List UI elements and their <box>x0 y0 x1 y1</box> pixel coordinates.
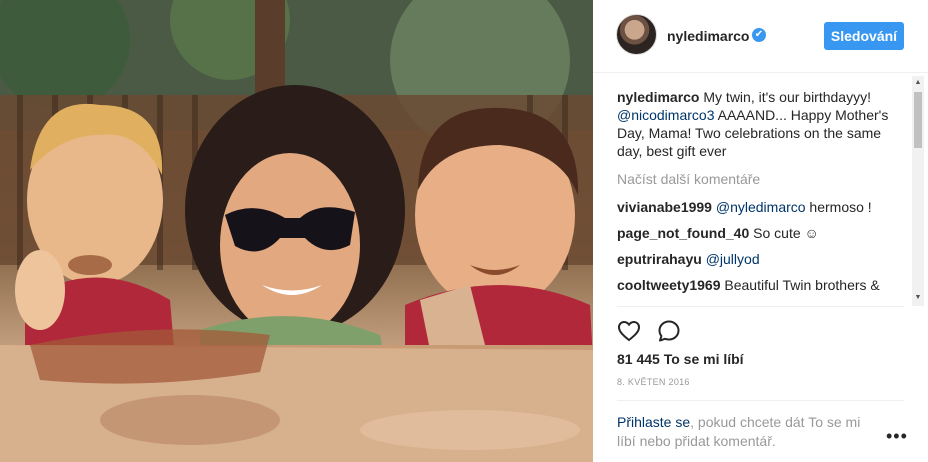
footer-divider <box>617 400 904 401</box>
caption-username[interactable]: nyledimarco <box>617 89 699 105</box>
comment-mention[interactable]: @jullyod <box>706 251 760 267</box>
likes-count[interactable]: 81 445 To se mi líbí <box>617 351 744 367</box>
follow-button[interactable]: Sledování <box>824 22 904 50</box>
comment-text: So cute ☺ <box>749 225 819 241</box>
comments-scrollbar-thumb[interactable] <box>914 92 922 148</box>
scroll-down-arrow-icon[interactable]: ▼ <box>913 293 923 303</box>
speech-bubble-icon[interactable] <box>657 319 681 343</box>
login-link[interactable]: Přihlaste se <box>617 414 690 430</box>
actions-divider <box>617 306 904 307</box>
author-avatar[interactable] <box>616 14 657 55</box>
comment-username[interactable]: vivianabe1999 <box>617 199 712 215</box>
photo-illustration <box>0 0 593 462</box>
comment-text: Beautiful Twin brothers & <box>720 277 880 293</box>
comment-username[interactable]: page_not_found_40 <box>617 225 749 241</box>
post-caption: nyledimarco My twin, it's our birthdayyy… <box>617 88 904 160</box>
verified-badge-icon: ✔ <box>752 28 766 42</box>
heart-outline-icon[interactable] <box>617 319 641 343</box>
more-options-icon[interactable]: ••• <box>886 427 908 445</box>
post-photo[interactable] <box>0 0 593 462</box>
comment-item: page_not_found_40 So cute ☺ <box>617 224 904 242</box>
caption-text-1: My twin, it's our birthdayyy! <box>699 89 871 105</box>
comment-mention[interactable]: @nyledimarco <box>716 199 806 215</box>
comment-username[interactable]: cooltweety1969 <box>617 277 721 293</box>
comments-list: nyledimarco My twin, it's our birthdayyy… <box>617 88 904 302</box>
scroll-up-arrow-icon[interactable]: ▲ <box>913 78 923 88</box>
login-prompt: Přihlaste se, pokud chcete dát To se mi … <box>617 413 867 451</box>
post-header: nyledimarco ✔ Sledování <box>593 0 928 73</box>
comment-item: cooltweety1969 Beautiful Twin brothers & <box>617 276 904 294</box>
comment-username[interactable]: eputrirahayu <box>617 251 702 267</box>
post-date: 8. KVĚTEN 2016 <box>617 377 690 387</box>
load-more-comments-link[interactable]: Načíst další komentáře <box>617 170 904 188</box>
post-side-panel: nyledimarco ✔ Sledování nyledimarco My t… <box>593 0 928 462</box>
comment-item: vivianabe1999 @nyledimarco hermoso ! <box>617 198 904 216</box>
comment-text: hermoso ! <box>805 199 872 215</box>
caption-mention[interactable]: @nicodimarco3 <box>617 107 714 123</box>
author-username[interactable]: nyledimarco <box>667 28 749 44</box>
comment-item: eputrirahayu @jullyod <box>617 250 904 268</box>
